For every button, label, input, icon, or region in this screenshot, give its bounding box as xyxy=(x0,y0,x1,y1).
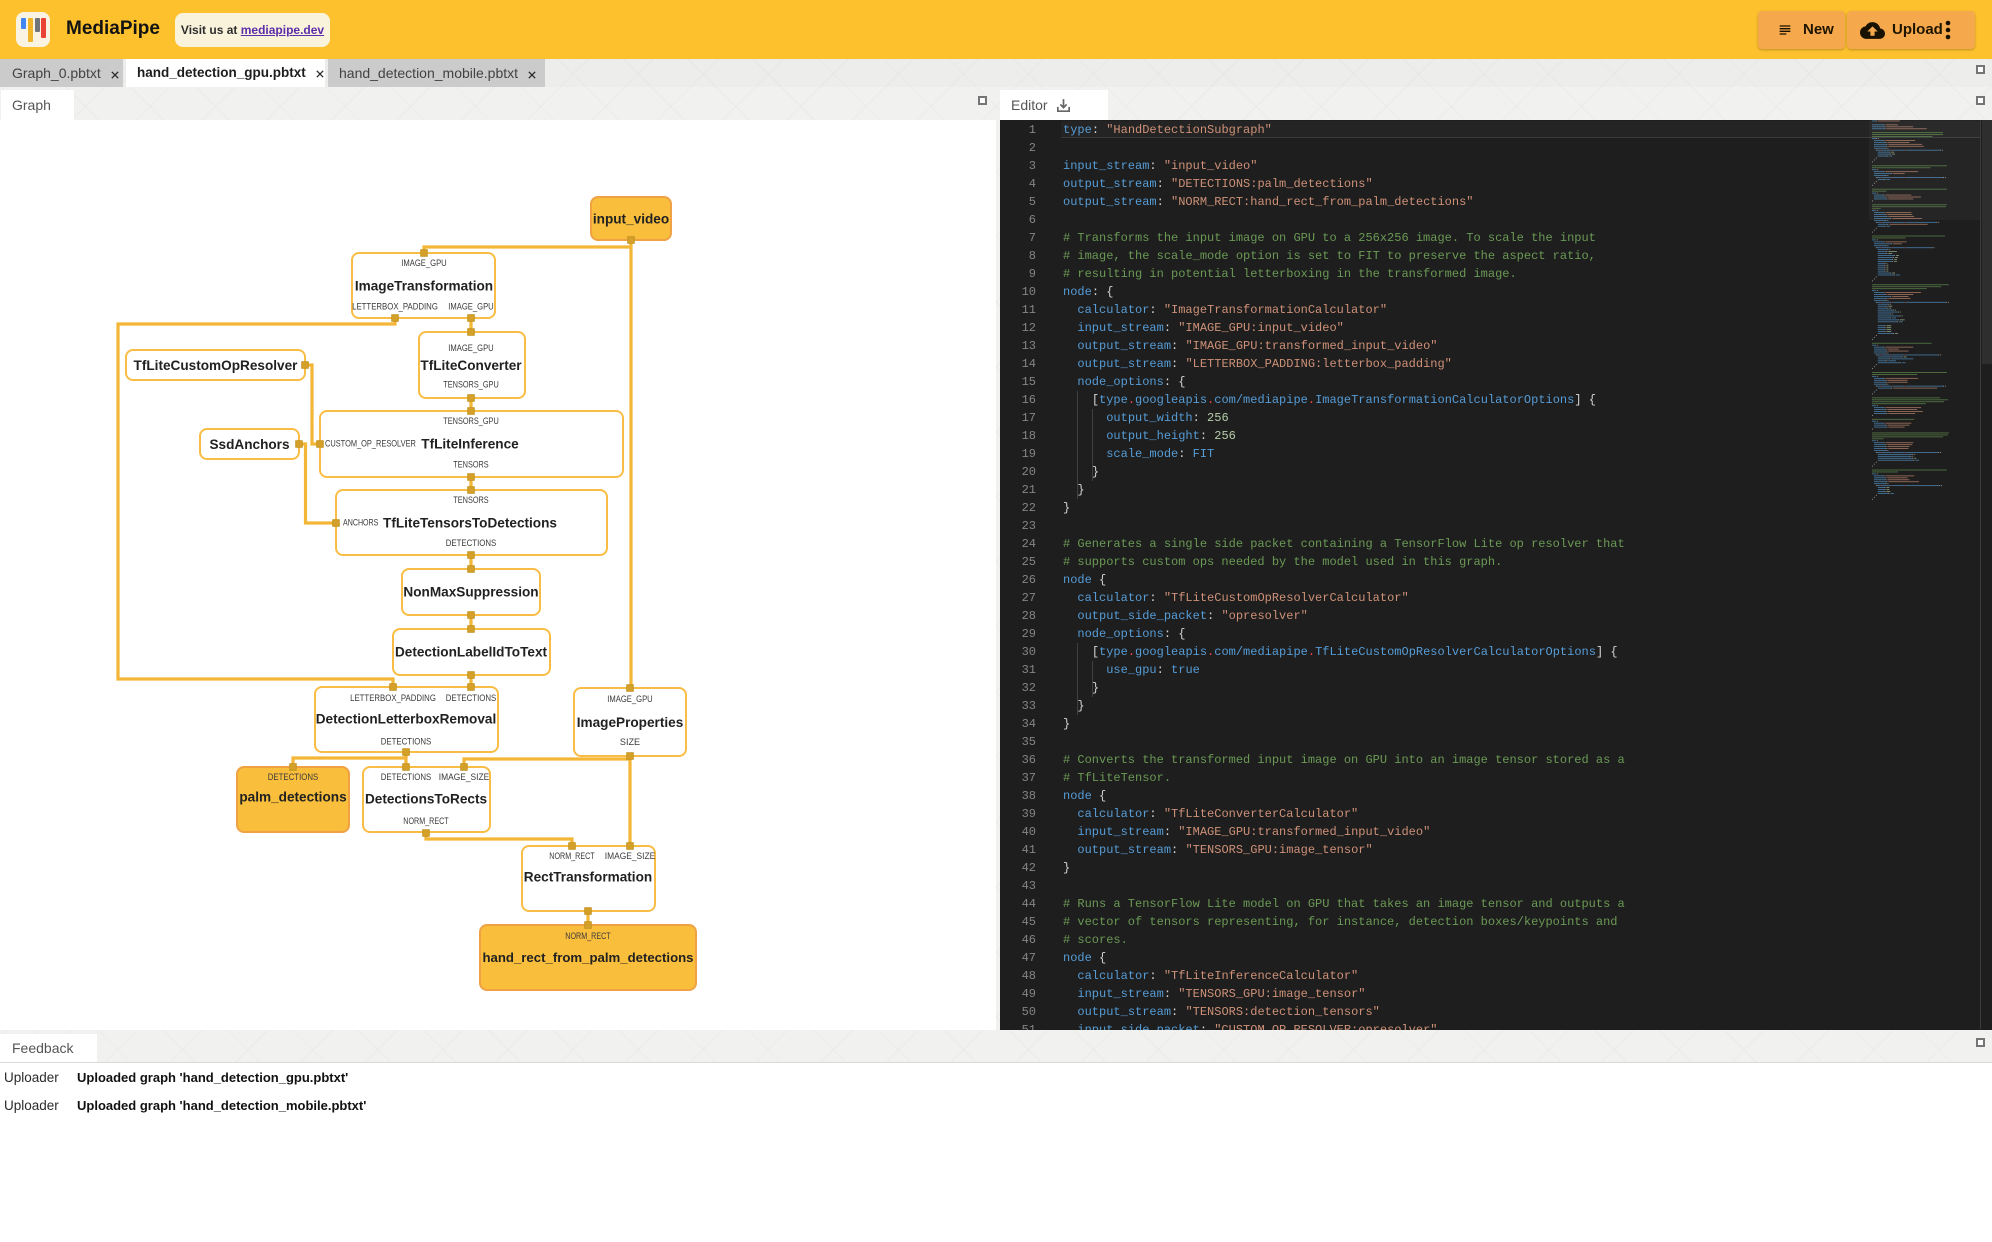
svg-text:DETECTIONS: DETECTIONS xyxy=(268,772,319,782)
svg-text:DetectionsToRects: DetectionsToRects xyxy=(365,791,487,806)
svg-text:IMAGE_GPU: IMAGE_GPU xyxy=(607,694,652,704)
svg-text:NORM_RECT: NORM_RECT xyxy=(565,931,611,941)
svg-text:palm_detections: palm_detections xyxy=(239,789,346,804)
svg-text:TENSORS_GPU: TENSORS_GPU xyxy=(443,416,499,426)
svg-text:DETECTIONS: DETECTIONS xyxy=(381,737,432,747)
svg-text:DETECTIONS: DETECTIONS xyxy=(446,693,497,703)
svg-text:SsdAnchors: SsdAnchors xyxy=(209,437,289,452)
svg-text:ImageTransformation: ImageTransformation xyxy=(355,278,493,293)
svg-text:LETTERBOX_PADDING: LETTERBOX_PADDING xyxy=(350,693,436,703)
svg-text:CUSTOM_OP_RESOLVER: CUSTOM_OP_RESOLVER xyxy=(325,439,416,449)
svg-text:TfLiteTensorsToDetections: TfLiteTensorsToDetections xyxy=(383,515,557,530)
svg-text:ANCHORS: ANCHORS xyxy=(343,518,378,528)
svg-text:hand_rect_from_palm_detections: hand_rect_from_palm_detections xyxy=(482,950,693,965)
svg-text:TENSORS: TENSORS xyxy=(453,460,488,470)
svg-text:DetectionLabelIdToText: DetectionLabelIdToText xyxy=(395,644,548,659)
svg-text:LETTERBOX_PADDING: LETTERBOX_PADDING xyxy=(352,302,438,312)
svg-text:ImageProperties: ImageProperties xyxy=(577,715,684,730)
svg-text:TENSORS: TENSORS xyxy=(453,495,488,505)
svg-text:IMAGE_SIZE: IMAGE_SIZE xyxy=(439,772,490,782)
svg-text:DetectionLetterboxRemoval: DetectionLetterboxRemoval xyxy=(316,711,497,726)
svg-text:NORM_RECT: NORM_RECT xyxy=(549,851,595,861)
svg-text:IMAGE_SIZE: IMAGE_SIZE xyxy=(605,851,656,861)
svg-text:NonMaxSuppression: NonMaxSuppression xyxy=(403,584,538,599)
svg-text:TfLiteCustomOpResolver: TfLiteCustomOpResolver xyxy=(134,358,299,373)
svg-text:TfLiteInference: TfLiteInference xyxy=(421,436,519,451)
svg-text:RectTransformation: RectTransformation xyxy=(524,869,652,884)
svg-text:IMAGE_GPU: IMAGE_GPU xyxy=(448,302,493,312)
svg-text:IMAGE_GPU: IMAGE_GPU xyxy=(448,343,493,353)
svg-text:input_video: input_video xyxy=(593,211,669,226)
svg-text:DETECTIONS: DETECTIONS xyxy=(381,772,432,782)
svg-text:TENSORS_GPU: TENSORS_GPU xyxy=(443,380,499,390)
svg-text:TfLiteConverter: TfLiteConverter xyxy=(420,358,522,373)
svg-text:IMAGE_GPU: IMAGE_GPU xyxy=(401,258,446,268)
svg-text:DETECTIONS: DETECTIONS xyxy=(446,538,497,548)
svg-text:SIZE: SIZE xyxy=(620,737,640,747)
svg-text:NORM_RECT: NORM_RECT xyxy=(403,816,449,826)
